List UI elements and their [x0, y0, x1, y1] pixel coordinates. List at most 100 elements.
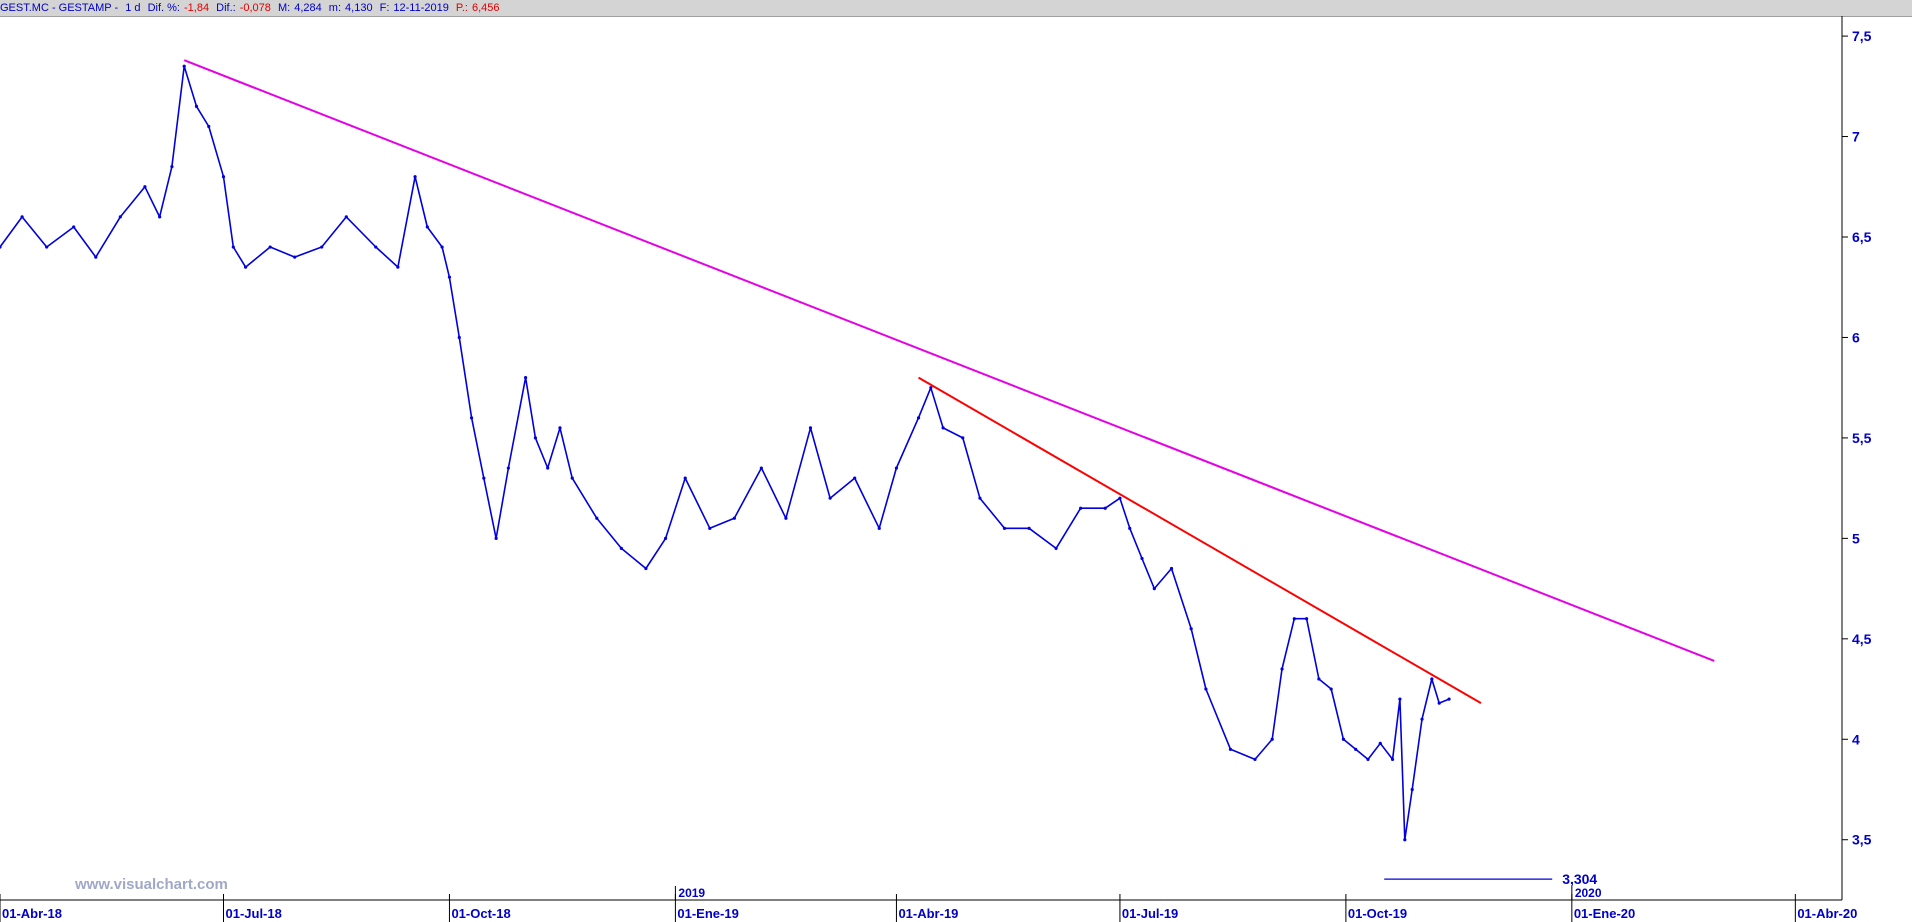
- price-point: [425, 225, 429, 229]
- short-term-trendline: [918, 376, 1482, 704]
- price-point: [182, 64, 186, 68]
- price-point: [828, 496, 832, 500]
- price-point: [1447, 697, 1451, 701]
- price-point: [268, 245, 272, 249]
- year-label: 2019: [678, 886, 705, 900]
- price-point: [118, 215, 122, 219]
- low-value-label: 3,304: [1562, 871, 1597, 887]
- price-point: [1128, 526, 1132, 530]
- price-point: [440, 245, 444, 249]
- price-point: [396, 265, 400, 269]
- price-point: [1366, 757, 1370, 761]
- x-tick-label: 01-Abr-19: [898, 906, 958, 921]
- y-tick-label: 5,5: [1852, 430, 1872, 446]
- price-point: [1437, 701, 1441, 705]
- price-point: [558, 426, 562, 430]
- price-point: [523, 376, 528, 380]
- price-point: [413, 175, 417, 179]
- price-point: [595, 516, 599, 520]
- price-point: [708, 526, 712, 530]
- price-point: [894, 466, 899, 470]
- price-point: [1378, 741, 1382, 745]
- price-point: [231, 245, 235, 249]
- price-point: [158, 215, 162, 219]
- price-point: [194, 104, 199, 109]
- price-point: [1430, 677, 1434, 681]
- price-point: [374, 245, 378, 249]
- price-point: [293, 255, 297, 259]
- price-point: [344, 215, 348, 219]
- y-tick-label: 7,5: [1852, 28, 1872, 44]
- price-point: [482, 476, 486, 480]
- price-point: [1002, 526, 1007, 530]
- price-point: [72, 225, 76, 229]
- x-tick-label: 01-Ene-19: [677, 906, 738, 921]
- price-point: [853, 476, 857, 480]
- price-point: [1270, 737, 1274, 741]
- price-point: [1253, 757, 1257, 761]
- x-tick-label: 01-Abr-20: [1797, 906, 1857, 921]
- watermark-text: www.visualchart.com: [75, 876, 228, 893]
- price-series-line: [0, 65, 1450, 841]
- price-point: [1398, 697, 1402, 701]
- price-point: [494, 536, 498, 540]
- price-point: [1140, 556, 1144, 561]
- y-tick-label: 3,5: [1852, 832, 1872, 848]
- price-point: [1354, 747, 1358, 751]
- price-point: [978, 496, 982, 500]
- price-point: [1152, 586, 1156, 591]
- x-tick-label: 01-Oct-18: [451, 906, 510, 921]
- price-point: [20, 215, 24, 219]
- price-point: [916, 416, 921, 420]
- price-point: [1189, 627, 1193, 631]
- price-point: [784, 516, 788, 520]
- y-tick-label: 6,5: [1852, 229, 1872, 245]
- price-point: [877, 526, 881, 530]
- x-tick-label: 01-Jul-19: [1122, 906, 1178, 921]
- price-point: [1341, 737, 1346, 741]
- x-tick-label: 01-Ene-20: [1574, 906, 1635, 921]
- price-point: [170, 165, 174, 169]
- price-point: [506, 466, 510, 470]
- long-term-trendline: [183, 59, 1715, 662]
- price-point: [1403, 838, 1407, 842]
- price-point: [1204, 687, 1208, 691]
- price-point: [143, 185, 147, 189]
- price-point: [683, 476, 687, 480]
- price-point: [447, 275, 452, 279]
- price-point: [1317, 677, 1321, 681]
- x-tick-label: 01-Oct-19: [1348, 906, 1407, 921]
- price-point: [644, 566, 648, 571]
- price-point: [1027, 526, 1031, 530]
- price-point: [1292, 617, 1296, 621]
- price-point: [1169, 566, 1174, 571]
- price-point: [732, 516, 736, 520]
- price-point: [1054, 546, 1058, 551]
- price-point: [663, 536, 668, 540]
- price-point: [1410, 787, 1414, 792]
- y-tick-label: 7: [1852, 129, 1860, 145]
- price-point: [1390, 757, 1395, 761]
- price-point: [1079, 506, 1083, 510]
- year-label: 2020: [1575, 886, 1602, 900]
- price-point: [533, 436, 538, 440]
- price-point: [929, 386, 933, 390]
- price-point: [1329, 687, 1333, 691]
- price-chart[interactable]: 7,5 7 6,5 6 5,5 5 4,5 4 3,5 01-Abr-18 01-Jul-18 01-…: [0, 0, 1912, 922]
- price-point: [1103, 506, 1107, 510]
- price-point: [94, 255, 98, 259]
- price-point: [941, 426, 945, 430]
- price-point: [619, 546, 623, 551]
- y-tick-label: 5: [1852, 530, 1860, 546]
- y-tick-label: 4,5: [1852, 631, 1872, 647]
- x-tick-label: 01-Jul-18: [225, 906, 281, 921]
- price-point: [1304, 617, 1309, 621]
- price-point: [961, 436, 965, 440]
- price-point: [546, 466, 550, 470]
- x-tick-label: 01-Abr-18: [2, 906, 62, 921]
- price-point: [207, 124, 211, 129]
- price-point: [759, 466, 763, 470]
- price-point: [221, 175, 226, 179]
- price-point: [1420, 717, 1424, 721]
- price-point: [1280, 667, 1284, 671]
